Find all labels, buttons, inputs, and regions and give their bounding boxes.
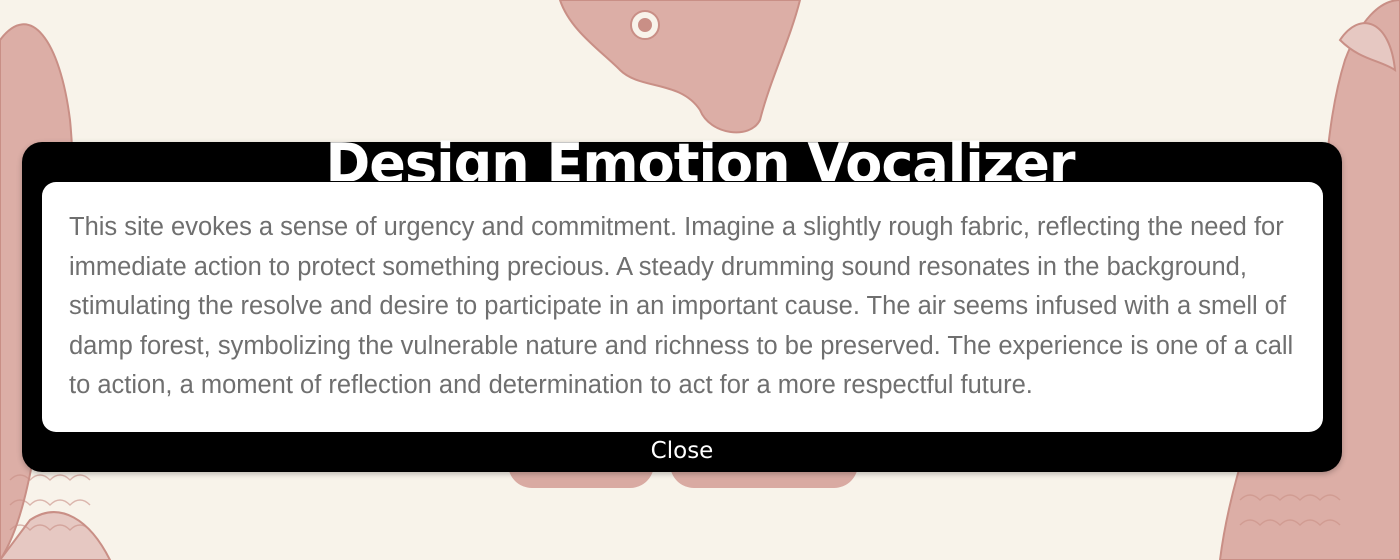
top-fish-illustration xyxy=(558,0,802,134)
close-button[interactable]: Close xyxy=(22,436,1342,466)
modal-content-panel: This site evokes a sense of urgency and … xyxy=(42,182,1323,432)
emotion-modal: This site evokes a sense of urgency and … xyxy=(22,142,1342,472)
modal-description: This site evokes a sense of urgency and … xyxy=(69,213,1294,399)
